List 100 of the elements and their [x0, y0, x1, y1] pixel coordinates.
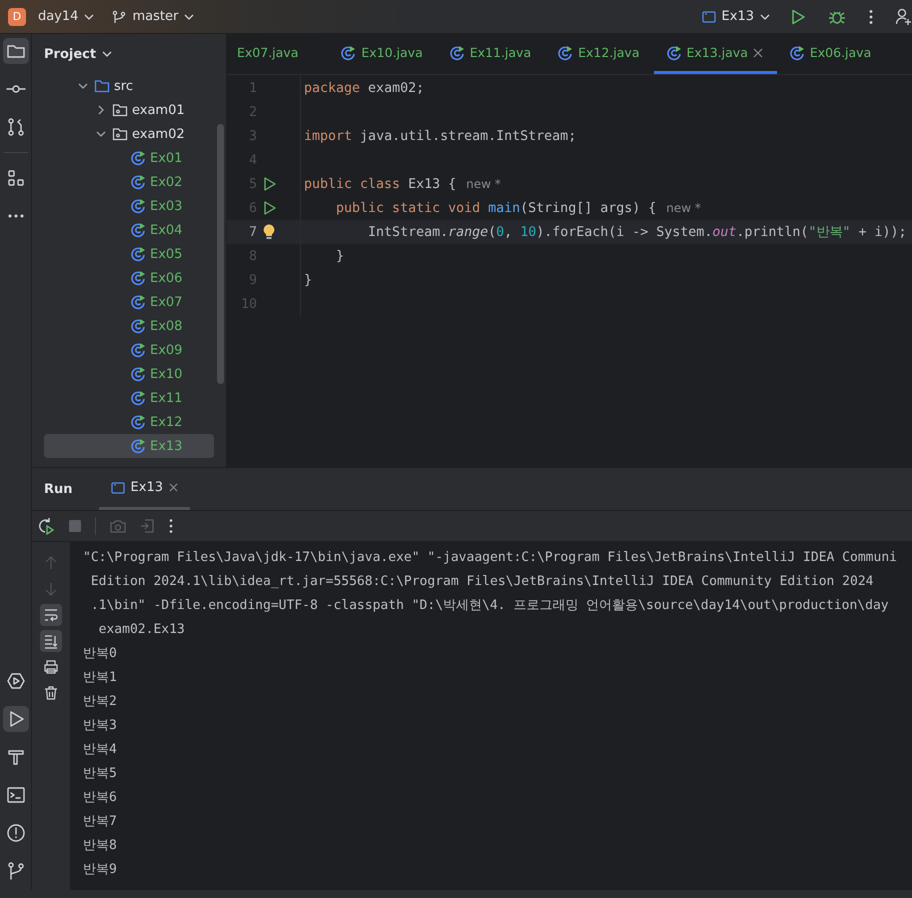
tree-item[interactable]: Ex06 [44, 266, 214, 290]
tree-label: Ex08 [150, 318, 182, 334]
tree-label: Ex09 [150, 342, 182, 358]
class-icon [130, 174, 146, 190]
editor-tab[interactable]: Ex12.java [545, 34, 654, 74]
tree-label: Ex13 [150, 438, 182, 454]
close-icon[interactable] [168, 483, 178, 492]
chevron-down-icon[interactable] [102, 49, 112, 59]
editor-tab[interactable]: Ex07.java [227, 34, 328, 74]
tree-item[interactable]: Ex01 [44, 146, 214, 170]
console-line: .1\bin" -Dfile.encoding=UTF-8 -classpath "D:\박세현\4. 프로그래밍 언어활용\source\day14\out\production\day [90, 597, 890, 615]
tree-item[interactable]: Ex11 [44, 386, 214, 410]
run-icon[interactable] [790, 8, 806, 24]
class-icon [130, 390, 146, 406]
package-icon [112, 102, 128, 118]
chevron-right-icon[interactable] [96, 105, 106, 115]
class-icon [130, 246, 146, 262]
tree-label: exam01 [132, 102, 185, 118]
tree-item[interactable]: Ex02 [44, 170, 214, 194]
run-icon[interactable] [263, 201, 277, 215]
tree-label: Ex10 [150, 366, 182, 382]
tree-label: Ex01 [150, 150, 182, 166]
tree-label: src [114, 78, 133, 94]
tree-item[interactable]: src [44, 74, 214, 98]
folder-icon [94, 78, 110, 94]
class-icon [130, 438, 146, 454]
tree-label: Ex03 [150, 198, 182, 214]
tree-item[interactable]: Ex12 [44, 410, 214, 434]
editor-tab[interactable]: Ex10.java [328, 34, 437, 74]
more-icon[interactable] [868, 8, 874, 24]
class-icon [130, 198, 146, 214]
class-icon [130, 342, 146, 358]
class-icon [130, 366, 146, 382]
panel-title: Run [44, 482, 73, 496]
tree-item[interactable]: Ex05 [44, 242, 214, 266]
tree-label: Ex12 [150, 414, 182, 430]
tree-item[interactable]: Ex13 [44, 434, 214, 458]
tree-item[interactable]: exam01 [44, 98, 214, 122]
console-line: 반복7 [83, 813, 118, 831]
window-icon [110, 480, 125, 494]
project-switcher[interactable]: day14 [32, 5, 100, 28]
console-line: exam02.Ex13 [98, 621, 186, 639]
console-line: 반복2 [83, 693, 118, 711]
tree-label: Ex07 [150, 294, 182, 310]
tree-item[interactable]: Ex03 [44, 194, 214, 218]
console-line: Edition 2024.1\lib\idea_rt.jar=55568:C:\Program Files\JetBrains\IntelliJ IDEA Community Edition 2024 [90, 573, 874, 591]
console-line: 반복0 [83, 645, 118, 663]
code-line: public static void main(String[] args) { [335, 200, 656, 216]
tree-label: Ex05 [150, 246, 182, 262]
console-line: 반복3 [83, 717, 118, 735]
line-number: 7 [248, 224, 257, 240]
tree-item[interactable]: Ex10 [44, 362, 214, 386]
lightbulb-icon[interactable] [263, 224, 275, 240]
rerun-icon[interactable] [37, 517, 55, 535]
console-line: "C:\Program Files\Java\jdk-17\bin\java.exe" "-javaagent:C:\Program Files\JetBrains\IntelliJ IDEA Communi [83, 549, 898, 567]
inlay-hint[interactable]: new * [466, 177, 501, 191]
add-user-icon[interactable] [896, 8, 912, 26]
console-line: 반복5 [83, 765, 118, 783]
console-line: 반복6 [83, 789, 118, 807]
scrollbar[interactable] [217, 124, 224, 384]
tree-label: Ex02 [150, 174, 182, 190]
run-icon[interactable] [263, 177, 277, 191]
tree-label: Ex11 [150, 390, 182, 406]
code-line: public class Ex13 { [303, 176, 456, 192]
run-configuration[interactable]: Ex13 [696, 5, 776, 28]
run-icon[interactable] [2, 706, 28, 732]
soft-wrap-icon[interactable] [40, 604, 62, 626]
class-icon [130, 150, 146, 166]
package-icon [112, 126, 128, 142]
panel-title[interactable]: Project [44, 46, 96, 62]
chevron-down-icon[interactable] [78, 81, 88, 91]
inlay-hint[interactable]: new * [666, 201, 701, 215]
folder-icon[interactable] [2, 38, 28, 64]
class-icon [130, 414, 146, 430]
tree-item[interactable]: Ex08 [44, 314, 214, 338]
more-icon[interactable] [168, 518, 174, 534]
editor-tab[interactable]: Ex06.java [776, 34, 886, 74]
console-line: 반복1 [83, 669, 118, 687]
chevron-down-icon [84, 12, 94, 22]
code-line: } [303, 272, 312, 288]
editor-tab[interactable]: Ex13.java [654, 34, 777, 74]
tree-item[interactable]: exam02 [44, 122, 214, 146]
console-line: 반복8 [83, 837, 118, 855]
editor-tab[interactable]: Ex11.java [436, 34, 546, 74]
tree-item[interactable]: Ex07 [44, 290, 214, 314]
chevron-down-icon [184, 12, 194, 22]
code-line: } [335, 248, 344, 264]
console-line: 반복9 [83, 861, 118, 879]
tree-item[interactable]: Ex04 [44, 218, 214, 242]
tree-label: Ex04 [150, 222, 182, 238]
tree-label: Ex06 [150, 270, 182, 286]
chevron-down-icon[interactable] [96, 129, 106, 139]
class-icon [130, 294, 146, 310]
branch-switcher[interactable]: master [106, 5, 200, 28]
scroll-to-end-icon[interactable] [40, 630, 62, 652]
window-icon [702, 10, 716, 24]
close-icon[interactable] [752, 48, 763, 58]
tree-item[interactable]: Ex09 [44, 338, 214, 362]
code-line: IntStream.range(0, 10).forEach(i -> System.out.println("반복" + i)); [367, 224, 906, 241]
project-badge[interactable]: D [8, 8, 26, 26]
